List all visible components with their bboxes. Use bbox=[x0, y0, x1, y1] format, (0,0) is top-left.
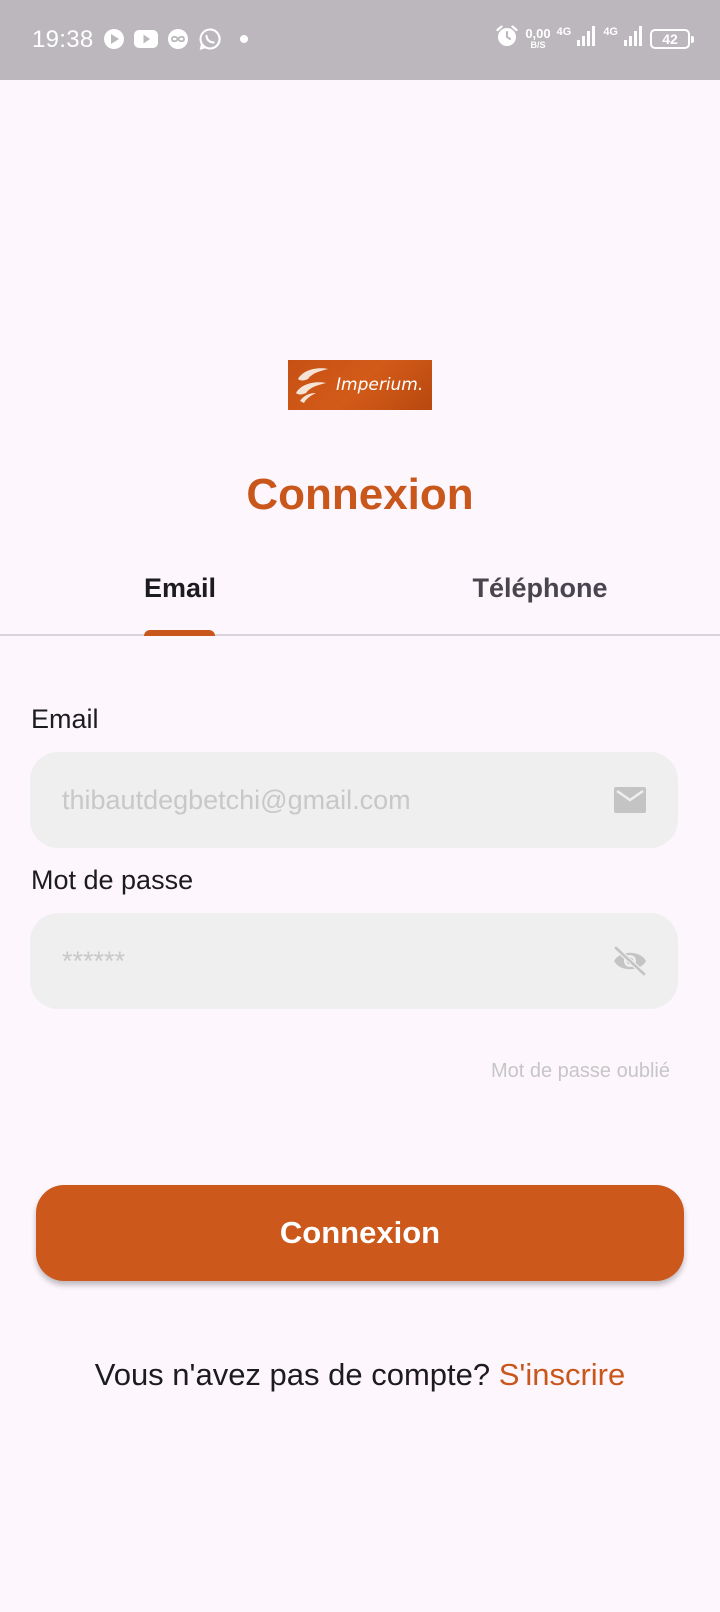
signal-icon bbox=[577, 25, 597, 52]
system-icons: 0,00 B/S 4G 4G 42 bbox=[495, 24, 694, 53]
tab-email[interactable]: Email bbox=[0, 556, 360, 634]
network-speed: 0,00 B/S bbox=[525, 27, 550, 50]
infinity-app-icon bbox=[166, 27, 190, 51]
password-label: Mot de passe bbox=[31, 865, 194, 895]
eye-off-icon[interactable] bbox=[612, 943, 648, 979]
email-label: Email bbox=[31, 704, 99, 734]
logo-text: Imperium. bbox=[336, 375, 424, 395]
notification-icons bbox=[102, 27, 248, 51]
tab-phone[interactable]: Téléphone bbox=[360, 556, 720, 634]
more-notifications-dot bbox=[240, 35, 248, 43]
player-app-icon bbox=[102, 27, 126, 51]
email-field-container bbox=[30, 752, 678, 848]
whatsapp-icon bbox=[198, 27, 222, 51]
tab-phone-label: Téléphone bbox=[472, 573, 608, 603]
status-bar: 19:38 0,00 B/S 4G 4G 42 bbox=[0, 0, 720, 80]
active-tab-indicator bbox=[144, 630, 215, 636]
email-input[interactable] bbox=[62, 784, 602, 816]
page-title: Connexion bbox=[246, 470, 474, 519]
network-speed-unit: B/S bbox=[530, 40, 546, 50]
network-type-1: 4G bbox=[556, 26, 572, 38]
forgot-password-link[interactable]: Mot de passe oublié bbox=[491, 1060, 670, 1083]
signal-icon-2 bbox=[624, 25, 644, 52]
youtube-icon bbox=[134, 27, 158, 51]
signup-link[interactable]: S'inscrire bbox=[499, 1357, 626, 1392]
logo-mark-icon bbox=[296, 368, 328, 403]
network-speed-value: 0,00 bbox=[525, 26, 551, 41]
alarm-icon bbox=[495, 24, 519, 53]
network-type-2: 4G bbox=[603, 26, 618, 38]
status-time: 19:38 bbox=[32, 26, 94, 53]
signup-row: Vous n'avez pas de compte? S'inscrire bbox=[0, 1357, 720, 1393]
login-method-tabs: Email Téléphone bbox=[0, 556, 720, 636]
battery-icon: 42 bbox=[650, 28, 694, 49]
signup-prompt: Vous n'avez pas de compte? bbox=[94, 1357, 499, 1392]
app-logo: Imperium. bbox=[288, 360, 432, 410]
mail-icon bbox=[612, 782, 648, 818]
battery-level: 42 bbox=[662, 30, 678, 47]
password-field-container bbox=[30, 913, 678, 1009]
login-button[interactable]: Connexion bbox=[36, 1185, 684, 1281]
password-input[interactable] bbox=[62, 945, 602, 977]
tab-email-label: Email bbox=[143, 573, 217, 603]
